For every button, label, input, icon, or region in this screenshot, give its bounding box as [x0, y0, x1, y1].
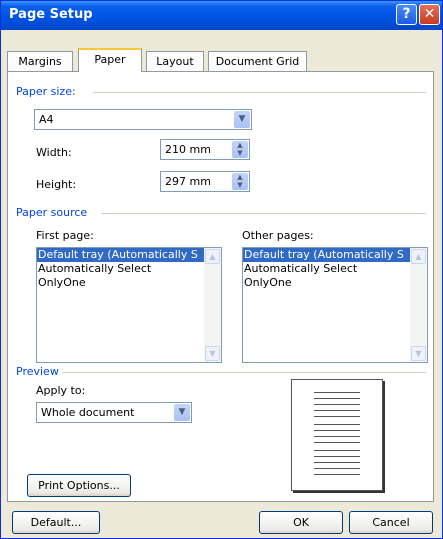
help-icon[interactable]: ?: [396, 4, 417, 25]
tab-paper[interactable]: Paper: [78, 48, 142, 72]
scrollbar[interactable]: ▲ ▼: [204, 248, 221, 362]
ok-button[interactable]: OK: [259, 511, 343, 534]
preview-line: [314, 450, 360, 451]
preview-line: [314, 392, 360, 393]
default-button[interactable]: Default...: [12, 511, 100, 534]
apply-to-label: Apply to:: [36, 384, 86, 397]
list-item[interactable]: Default tray (Automatically S: [37, 248, 204, 262]
list-item[interactable]: Automatically Select: [37, 262, 204, 276]
preview-line: [314, 416, 360, 417]
height-value: 297 mm: [165, 175, 211, 188]
list-item[interactable]: Default tray (Automatically S: [243, 248, 410, 262]
list-item[interactable]: Automatically Select: [243, 262, 410, 276]
width-stepper[interactable]: 210 mm ▲ ▼: [160, 139, 250, 160]
preview-line: [314, 410, 360, 411]
height-label: Height:: [36, 178, 77, 191]
preview-group-label: Preview: [16, 365, 59, 378]
preview-line: [314, 462, 360, 463]
preview-line: [314, 398, 360, 399]
scroll-up-icon[interactable]: ▲: [205, 249, 220, 264]
apply-to-select[interactable]: Whole document ▼: [36, 402, 192, 423]
preview-line: [314, 436, 360, 437]
other-pages-label: Other pages:: [242, 229, 314, 242]
height-stepper[interactable]: 297 mm ▲ ▼: [160, 171, 250, 192]
paper-source-group-label: Paper source: [16, 206, 88, 219]
group-divider: [93, 92, 426, 93]
print-options-button[interactable]: Print Options...: [27, 474, 131, 497]
preview-line: [314, 442, 360, 443]
spin-arrows-icon[interactable]: ▲ ▼: [232, 141, 248, 158]
preview-line: [314, 456, 360, 457]
width-label: Width:: [36, 146, 72, 159]
dialog-title: Page Setup: [9, 7, 93, 22]
preview-line: [314, 468, 360, 469]
scroll-down-icon[interactable]: ▼: [411, 346, 426, 361]
group-divider: [62, 372, 426, 373]
tab-document-grid[interactable]: Document Grid: [208, 51, 307, 71]
chevron-down-icon[interactable]: ▼: [174, 404, 190, 421]
list-item[interactable]: OnlyOne: [37, 276, 204, 290]
preview-line: [314, 404, 360, 405]
close-icon[interactable]: ✕: [419, 4, 440, 25]
scrollbar[interactable]: ▲ ▼: [410, 248, 427, 362]
group-divider: [101, 213, 426, 214]
page-setup-dialog: Page Setup ? ✕ Margins Paper Layout Docu…: [0, 0, 443, 539]
tab-margins[interactable]: Margins: [7, 51, 73, 71]
preview-line: [314, 430, 360, 431]
tab-layout[interactable]: Layout: [146, 51, 204, 71]
title-bar[interactable]: Page Setup ? ✕: [1, 1, 442, 30]
first-page-label: First page:: [36, 229, 94, 242]
scroll-down-icon[interactable]: ▼: [205, 346, 220, 361]
other-pages-list[interactable]: Default tray (Automatically S Automatica…: [242, 247, 428, 363]
preview-line: [314, 474, 360, 475]
chevron-down-icon[interactable]: ▼: [234, 111, 250, 128]
paper-size-group-label: Paper size:: [16, 85, 76, 98]
width-value: 210 mm: [165, 143, 211, 156]
spin-arrows-icon[interactable]: ▲ ▼: [232, 173, 248, 190]
scroll-up-icon[interactable]: ▲: [411, 249, 426, 264]
paper-size-value: A4: [39, 113, 54, 126]
apply-to-value: Whole document: [41, 406, 135, 419]
page-preview-thumbnail: [291, 379, 383, 491]
cancel-button[interactable]: Cancel: [349, 511, 433, 534]
preview-line: [314, 424, 360, 425]
paper-size-select[interactable]: A4 ▼: [34, 109, 252, 130]
first-page-list[interactable]: Default tray (Automatically S Automatica…: [36, 247, 222, 363]
list-item[interactable]: OnlyOne: [243, 276, 410, 290]
